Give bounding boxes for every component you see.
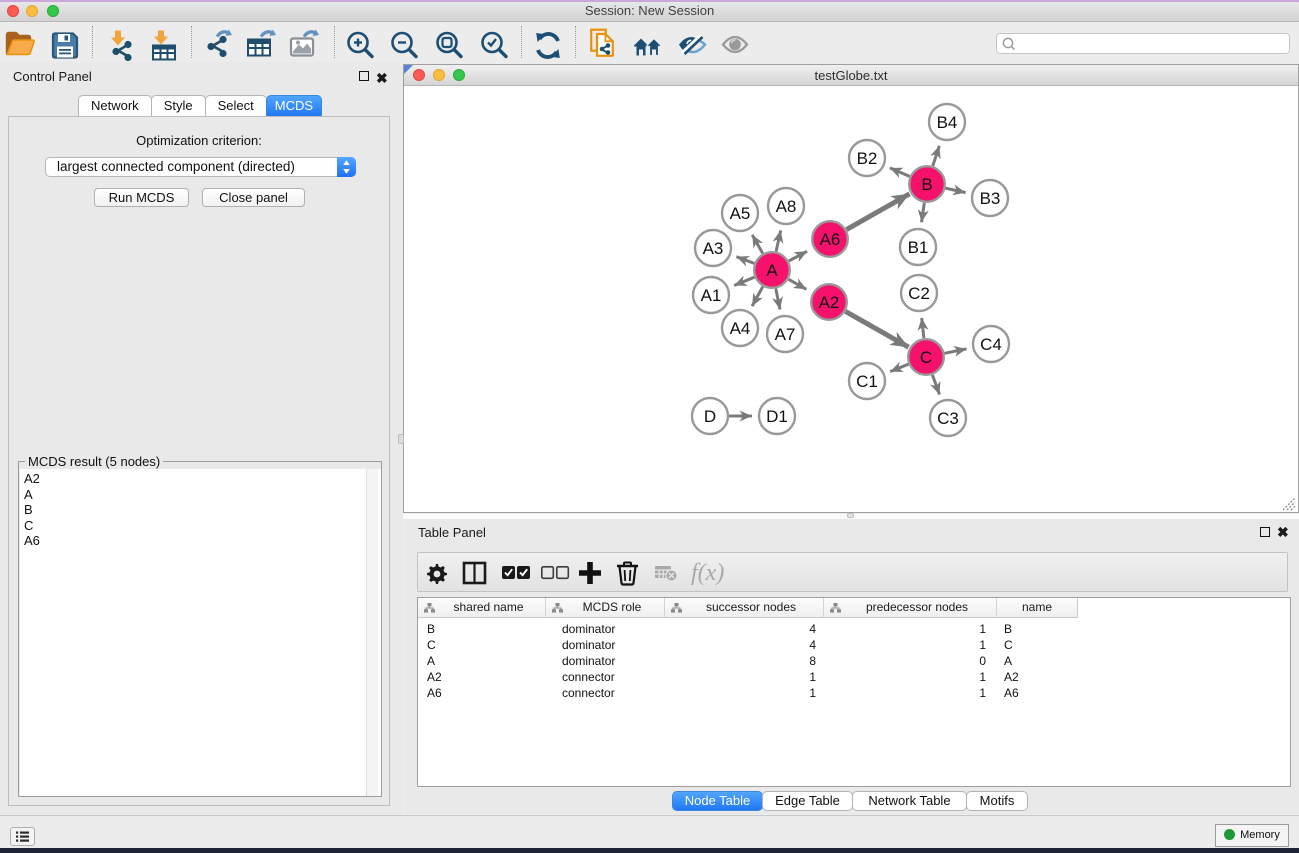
svg-text:A1: A1 — [701, 286, 722, 305]
svg-text:A6: A6 — [820, 230, 841, 249]
svg-text:B2: B2 — [857, 149, 878, 168]
svg-text:A3: A3 — [703, 239, 724, 258]
svg-text:B4: B4 — [937, 113, 958, 132]
svg-text:A8: A8 — [776, 197, 797, 216]
svg-text:A: A — [766, 261, 778, 280]
svg-text:C: C — [920, 348, 932, 367]
svg-text:A5: A5 — [730, 204, 751, 223]
svg-text:B3: B3 — [980, 189, 1001, 208]
svg-text:B1: B1 — [908, 238, 929, 257]
svg-text:C3: C3 — [937, 409, 959, 428]
svg-text:A2: A2 — [819, 293, 840, 312]
svg-text:C4: C4 — [980, 335, 1002, 354]
svg-text:A4: A4 — [730, 319, 751, 338]
svg-text:C2: C2 — [908, 284, 930, 303]
svg-text:D1: D1 — [766, 407, 788, 426]
svg-text:f(x): f(x) — [691, 560, 724, 586]
svg-text:B: B — [921, 175, 932, 194]
svg-text:C1: C1 — [856, 372, 878, 391]
svg-text:D: D — [704, 407, 716, 426]
svg-text:A7: A7 — [775, 325, 796, 344]
